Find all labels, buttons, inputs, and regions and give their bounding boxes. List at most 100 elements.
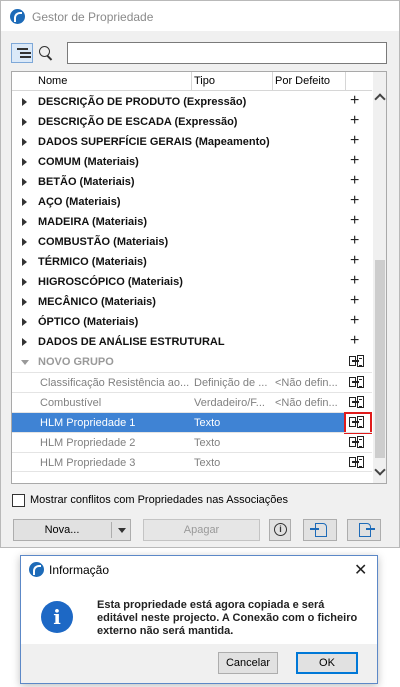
add-property-plus-icon[interactable]: +: [350, 113, 359, 129]
list-view-icon[interactable]: [11, 43, 33, 63]
dialog-title-bar: Informação ✕: [21, 556, 377, 584]
group-row[interactable]: TÉRMICO (Materiais) +: [12, 252, 372, 272]
group-label: MADEIRA (Materiais): [38, 216, 147, 228]
add-property-plus-icon[interactable]: +: [350, 293, 359, 309]
expand-caret-icon[interactable]: [22, 258, 27, 266]
export-icon: [359, 523, 375, 537]
group-row[interactable]: DADOS DE ANÁLISE ESTRUTURAL +: [12, 332, 372, 352]
group-row[interactable]: MADEIRA (Materiais) +: [12, 212, 372, 232]
expand-caret-icon[interactable]: [22, 178, 27, 186]
group-label: ÓPTICO (Materiais): [38, 316, 139, 328]
group-row[interactable]: DESCRIÇÃO DE PRODUTO (Expressão) +: [12, 92, 372, 112]
group-row[interactable]: DADOS SUPERFÍCIE GERAIS (Mapeamento) +: [12, 132, 372, 152]
expand-caret-icon[interactable]: [22, 218, 27, 226]
ok-button[interactable]: OK: [296, 652, 358, 674]
group-row[interactable]: BETÃO (Materiais) +: [12, 172, 372, 192]
delete-button[interactable]: Apagar: [143, 519, 260, 541]
expand-caret-icon[interactable]: [22, 318, 27, 326]
archicad-app-icon: [10, 9, 25, 24]
information-icon: i: [41, 601, 73, 633]
scrollbar-thumb[interactable]: [375, 260, 385, 458]
close-icon[interactable]: ✕: [354, 560, 367, 580]
property-type: Verdadeiro/F...: [194, 397, 265, 409]
property-type: Texto: [194, 437, 221, 449]
add-property-plus-icon[interactable]: +: [350, 93, 359, 109]
group-label: DESCRIÇÃO DE PRODUTO (Expressão): [38, 96, 247, 108]
import-icon: [310, 523, 327, 537]
property-name: Combustível: [40, 397, 102, 409]
property-row[interactable]: HLM Propriedade 2 Texto: [12, 432, 372, 452]
group-label: HIGROSCÓPICO (Materiais): [38, 276, 183, 288]
expand-caret-icon[interactable]: [22, 198, 27, 206]
group-label: NOVO GRUPO: [38, 356, 114, 368]
search-icon[interactable]: [38, 45, 54, 61]
group-row[interactable]: MECÂNICO (Materiais) +: [12, 292, 372, 312]
window-title: Gestor de Propriedade: [32, 10, 154, 24]
information-dialog: Informação ✕ i Esta propriedade está ago…: [20, 555, 378, 684]
expand-caret-icon[interactable]: [22, 278, 27, 286]
add-property-plus-icon[interactable]: +: [350, 273, 359, 289]
table-rows: DESCRIÇÃO DE PRODUTO (Expressão) + DESCRI…: [12, 92, 372, 472]
association-icon[interactable]: [349, 416, 364, 429]
info-button[interactable]: i: [269, 519, 291, 541]
association-icon[interactable]: [349, 376, 364, 389]
vertical-scrollbar[interactable]: [373, 72, 386, 483]
property-default: <Não defin...: [275, 397, 338, 409]
group-label: DADOS SUPERFÍCIE GERAIS (Mapeamento): [38, 136, 270, 148]
collapse-caret-icon[interactable]: [21, 360, 29, 365]
add-property-plus-icon[interactable]: +: [350, 313, 359, 329]
group-row[interactable]: AÇO (Materiais) +: [12, 192, 372, 212]
add-property-plus-icon[interactable]: +: [350, 233, 359, 249]
expand-caret-icon[interactable]: [22, 138, 27, 146]
add-property-plus-icon[interactable]: +: [350, 253, 359, 269]
column-header-default[interactable]: Por Defeito: [275, 75, 330, 87]
group-row[interactable]: ÓPTICO (Materiais) +: [12, 312, 372, 332]
association-icon[interactable]: [349, 436, 364, 449]
property-row[interactable]: HLM Propriedade 3 Texto: [12, 452, 372, 472]
show-conflicts-label: Mostrar conflitos com Propriedades nas A…: [30, 494, 289, 506]
property-type: Texto: [194, 457, 221, 469]
add-property-plus-icon[interactable]: +: [350, 133, 359, 149]
export-button[interactable]: [347, 519, 381, 541]
group-row[interactable]: COMUM (Materiais) +: [12, 152, 372, 172]
column-header-type[interactable]: Tipo: [194, 75, 215, 87]
association-icon[interactable]: [349, 396, 364, 409]
add-property-plus-icon[interactable]: +: [350, 213, 359, 229]
dialog-message: Esta propriedade está agora copiada e se…: [97, 599, 358, 637]
group-label: DADOS DE ANÁLISE ESTRUTURAL: [38, 336, 225, 348]
dialog-title: Informação: [49, 563, 110, 577]
import-button[interactable]: [303, 519, 337, 541]
expand-caret-icon[interactable]: [22, 98, 27, 106]
group-row[interactable]: DESCRIÇÃO DE ESCADA (Expressão) +: [12, 112, 372, 132]
column-header-name[interactable]: Nome: [38, 75, 67, 87]
property-name: Classificação Resistência ao...: [40, 377, 190, 389]
property-row-selected[interactable]: HLM Propriedade 1 Texto: [12, 412, 372, 434]
property-table: Nome Tipo Por Defeito DESCRIÇÃO DE PRODU…: [11, 71, 387, 484]
expand-caret-icon[interactable]: [22, 298, 27, 306]
show-conflicts-checkbox[interactable]: [12, 494, 25, 507]
expand-caret-icon[interactable]: [22, 338, 27, 346]
cancel-button[interactable]: Cancelar: [218, 652, 278, 674]
group-row[interactable]: COMBUSTÃO (Materiais) +: [12, 232, 372, 252]
add-property-plus-icon[interactable]: +: [350, 193, 359, 209]
new-button[interactable]: Nova...: [13, 519, 131, 541]
property-name: HLM Propriedade 2: [40, 437, 136, 449]
search-input[interactable]: [67, 42, 387, 64]
association-icon[interactable]: [349, 456, 364, 469]
association-icon[interactable]: [349, 355, 364, 368]
add-property-plus-icon[interactable]: +: [350, 153, 359, 169]
property-row[interactable]: Combustível Verdadeiro/F... <Não defin..…: [12, 392, 372, 412]
title-bar: Gestor de Propriedade: [1, 1, 399, 31]
add-property-plus-icon[interactable]: +: [350, 173, 359, 189]
scroll-down-arrow-icon[interactable]: [374, 464, 386, 476]
expand-caret-icon[interactable]: [22, 158, 27, 166]
property-name: HLM Propriedade 3: [40, 457, 136, 469]
add-property-plus-icon[interactable]: +: [350, 333, 359, 349]
group-row-new-group[interactable]: NOVO GRUPO: [12, 352, 372, 372]
expand-caret-icon[interactable]: [22, 118, 27, 126]
expand-caret-icon[interactable]: [22, 238, 27, 246]
property-row[interactable]: Classificação Resistência ao... Definiçã…: [12, 372, 372, 392]
scroll-up-arrow-icon[interactable]: [374, 93, 386, 105]
group-row[interactable]: HIGROSCÓPICO (Materiais) +: [12, 272, 372, 292]
chevron-down-icon[interactable]: [118, 528, 126, 533]
